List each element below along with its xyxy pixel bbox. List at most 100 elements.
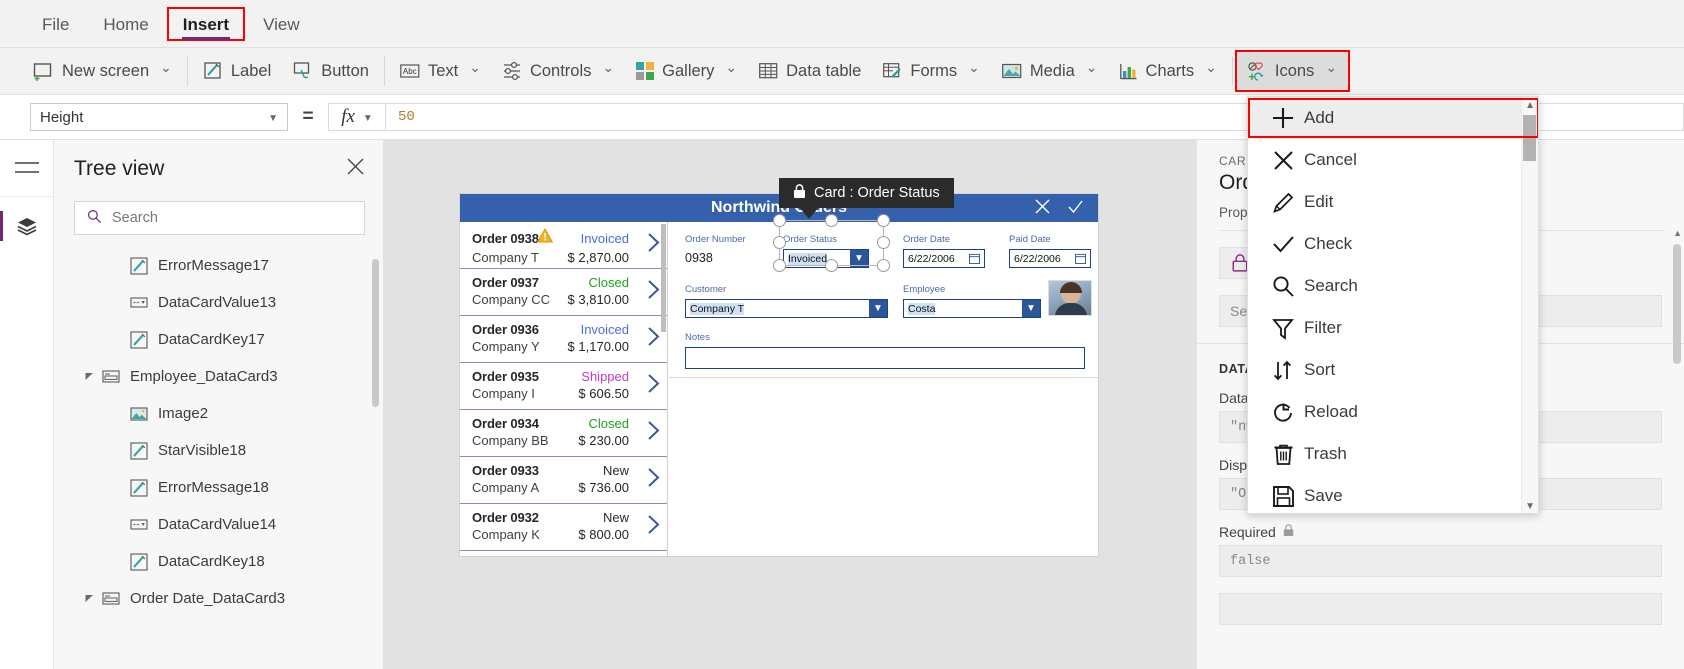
menu-tab-home[interactable]: Home [89,9,162,39]
order-date-input[interactable]: 6/22/2006 [903,249,985,268]
icons-menu-item-label: Reload [1304,402,1358,421]
resize-handle-n[interactable] [825,214,838,227]
twisty-expanded-icon[interactable] [80,594,98,603]
ribbon-item-controls[interactable]: Controls ⌄ [492,52,625,90]
icons-menu-item-cancel[interactable]: Cancel [1248,139,1538,181]
required-input[interactable]: false [1219,545,1662,577]
ribbon-item-media[interactable]: Media ⌄ [991,52,1109,90]
resize-handle-e[interactable] [877,236,890,249]
menu-tab-view[interactable]: View [249,9,314,39]
icons-menu-item-filter[interactable]: Filter [1248,307,1538,349]
fx-button[interactable]: fx ▼ [328,103,386,131]
icons-dropdown-menu[interactable]: Add Cancel Edit Check Search Filter Sort Reload… [1247,96,1539,514]
tree-item-errormessage18[interactable]: ErrorMessage18 [54,469,383,506]
resize-handle-ne[interactable] [877,214,890,227]
calendar-icon[interactable] [966,252,982,265]
orders-gallery[interactable]: Order 0938 Invoiced Company T $ 2,870.00 Ord… [460,222,668,556]
chevron-right-icon[interactable] [647,468,660,492]
tree-view-layers-icon[interactable] [0,197,53,254]
properties-scrollbar[interactable] [1673,244,1681,364]
tree-item-datacardkey17[interactable]: DataCardKey17 [54,321,383,358]
notes-input[interactable] [685,347,1085,369]
button-icon [293,61,313,81]
customer-dropdown[interactable]: Company T ▼ [685,299,888,318]
tree-item-datacardkey18[interactable]: DataCardKey18 [54,543,383,580]
new-screen-icon [33,61,54,82]
hamburger-menu-icon[interactable] [0,140,53,197]
employee-dropdown[interactable]: Costa ▼ [903,299,1041,318]
gallery-row[interactable]: Order 0938 Invoiced Company T $ 2,870.00 [460,222,667,269]
ribbon-item-charts[interactable]: Charts ⌄ [1109,52,1228,90]
gallery-row[interactable]: Order 0936 Invoiced Company Y $ 1,170.00 [460,316,667,363]
chevron-right-icon[interactable] [647,515,660,539]
tree-item-image2[interactable]: Image2 [54,395,383,432]
icons-menu-item-search[interactable]: Search [1248,265,1538,307]
tree-item-datacardvalue14[interactable]: DataCardValue14 [54,506,383,543]
search-placeholder: Search [112,210,158,226]
cancel-x-icon[interactable] [1034,198,1051,220]
menu-tab-file[interactable]: File [28,9,83,39]
icons-menu-item-add[interactable]: Add [1248,97,1538,139]
paid-date-input[interactable]: 6/22/2006 [1009,249,1091,268]
close-icon[interactable] [346,157,365,181]
chevron-down-icon[interactable]: ▼ [1525,501,1535,512]
resize-handle-nw[interactable] [773,214,786,227]
ribbon-item-icons[interactable]: Icons ⌄ [1234,50,1351,92]
employee-value: Costa [908,302,936,315]
icons-menu-item-edit[interactable]: Edit [1248,181,1538,223]
icons-menu-item-save[interactable]: Save [1248,475,1538,513]
property-select[interactable]: Height ▼ [30,103,288,131]
resize-handle-s[interactable] [825,259,838,272]
resize-handle-sw[interactable] [773,259,786,272]
ribbon-item-new-screen[interactable]: New screen ⌄ [22,52,183,90]
gallery-row[interactable]: Order 0933 New Company A $ 736.00 [460,457,667,504]
check-icon[interactable] [1067,198,1084,220]
ribbon-item-label: Data table [786,61,862,80]
icons-menu-scrollbar[interactable]: ▲ ▼ [1521,97,1538,513]
icons-menu-item-check[interactable]: Check [1248,223,1538,265]
gallery-scrollbar[interactable] [661,224,666,332]
search-input[interactable]: Search [74,201,365,235]
pencil-edit-icon [126,441,152,460]
icons-menu-scroll-thumb[interactable] [1523,115,1536,161]
tree-item-starvisible18[interactable]: StarVisible18 [54,432,383,469]
search-icon [87,209,102,228]
resize-handle-w[interactable] [773,236,786,249]
ribbon-item-text[interactable]: Abc Text ⌄ [389,52,492,90]
chevron-right-icon[interactable] [647,280,660,304]
resize-handle-se[interactable] [877,259,890,272]
icons-menu-item-reload[interactable]: Reload [1248,391,1538,433]
pencil-edit-icon [126,478,152,497]
gallery-row[interactable]: Order 0934 Closed Company BB $ 230.00 [460,410,667,457]
ribbon-item-forms[interactable]: Forms ⌄ [872,52,990,90]
ribbon-item-label[interactable]: Label [192,52,282,90]
tree-item-employee-datacard3[interactable]: Employee_DataCard3 [54,358,383,395]
ribbon-item-data-table[interactable]: Data table [748,52,872,90]
tree-item-label: DataCardKey18 [158,553,265,570]
menu-tab-insert[interactable]: Insert [166,6,246,41]
ribbon-item-gallery[interactable]: Gallery ⌄ [625,52,748,90]
gallery-row[interactable]: Order 0932 New Company K $ 800.00 [460,504,667,551]
icons-menu-item-sort[interactable]: Sort [1248,349,1538,391]
ribbon-item-button[interactable]: Button [282,52,380,90]
chevron-right-icon[interactable] [647,327,660,351]
chevron-up-icon[interactable]: ▲ [1673,228,1682,238]
gallery-row[interactable]: Order 0937 Closed Company CC $ 3,810.00 [460,269,667,316]
tree-view-scrollbar[interactable] [372,259,379,407]
pencil-edit-icon [126,552,152,571]
gallery-status: Invoiced [580,230,629,246]
twisty-expanded-icon[interactable] [80,372,98,381]
tree-item-datacardvalue13[interactable]: DataCardValue13 [54,284,383,321]
chevron-right-icon[interactable] [647,374,660,398]
icons-menu-item-trash[interactable]: Trash [1248,433,1538,475]
extra-input[interactable] [1219,593,1662,625]
gallery-row[interactable]: Order 0935 Shipped Company I $ 606.50 [460,363,667,410]
calendar-icon[interactable] [1072,252,1088,265]
gallery-amount: $ 606.50 [578,386,629,401]
chevron-right-icon[interactable] [647,421,660,445]
chevron-right-icon[interactable] [647,233,660,257]
chevron-up-icon[interactable]: ▲ [1525,100,1535,111]
tree-view-list[interactable]: ErrorMessage17 DataCardValue13 DataCardKey… [54,245,383,655]
tree-item-order-date-datacard3[interactable]: Order Date_DataCard3 [54,580,383,617]
tree-item-errormessage17[interactable]: ErrorMessage17 [54,247,383,284]
